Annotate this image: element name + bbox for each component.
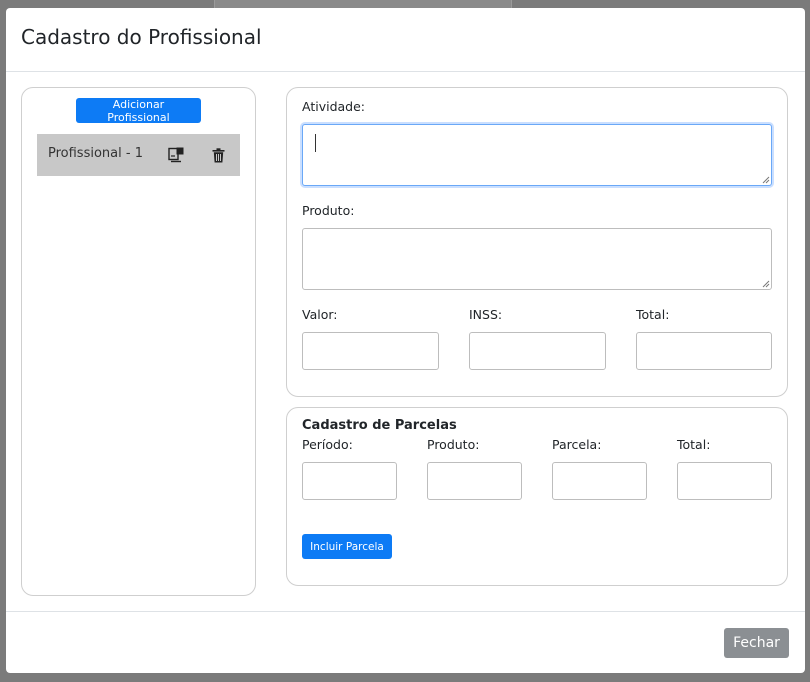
parcela-total-input[interactable]	[677, 462, 772, 500]
parcelas-panel: Cadastro de Parcelas Período: Produto: P…	[286, 407, 788, 586]
total-label: Total:	[636, 307, 670, 322]
inss-label: INSS:	[469, 307, 503, 322]
parcela-produto-label: Produto:	[427, 437, 480, 452]
profissionais-list-panel: Adicionar Profissional Profissional - 1	[21, 87, 256, 596]
total-input[interactable]	[636, 332, 772, 370]
valor-input[interactable]	[302, 332, 439, 370]
parcela-input[interactable]	[552, 462, 647, 500]
produto-label: Produto:	[302, 203, 355, 218]
profissional-form-panel: Atividade: Produto: Valor: INSS: Total:	[286, 87, 788, 397]
modal-footer: Fechar	[6, 611, 805, 673]
parcela-produto-input[interactable]	[427, 462, 522, 500]
parcela-total-label: Total:	[677, 437, 711, 452]
inss-input[interactable]	[469, 332, 606, 370]
text-caret	[315, 134, 316, 152]
incluir-parcela-button[interactable]: Incluir Parcela	[302, 534, 392, 559]
close-button[interactable]: Fechar	[724, 628, 789, 658]
periodo-input[interactable]	[302, 462, 397, 500]
edit-icon[interactable]	[167, 146, 185, 164]
add-profissional-button[interactable]: Adicionar Profissional	[76, 98, 201, 124]
resize-grip-icon[interactable]	[762, 176, 770, 184]
resize-grip-icon[interactable]	[762, 280, 770, 288]
parcelas-title: Cadastro de Parcelas	[302, 418, 457, 433]
parcela-label: Parcela:	[552, 437, 602, 452]
atividade-label: Atividade:	[302, 99, 366, 114]
list-item-profissional-1[interactable]: Profissional - 1	[37, 134, 240, 176]
periodo-label: Período:	[302, 437, 353, 452]
trash-icon[interactable]	[209, 146, 227, 164]
list-item-label: Profissional - 1	[48, 146, 143, 161]
produto-field[interactable]	[302, 228, 772, 290]
atividade-field[interactable]	[302, 124, 772, 186]
modal-title: Cadastro do Profissional	[21, 25, 262, 49]
modal-header: Cadastro do Profissional	[6, 8, 805, 72]
valor-label: Valor:	[302, 307, 338, 322]
profissional-modal: Cadastro do Profissional Adicionar Profi…	[6, 8, 805, 673]
